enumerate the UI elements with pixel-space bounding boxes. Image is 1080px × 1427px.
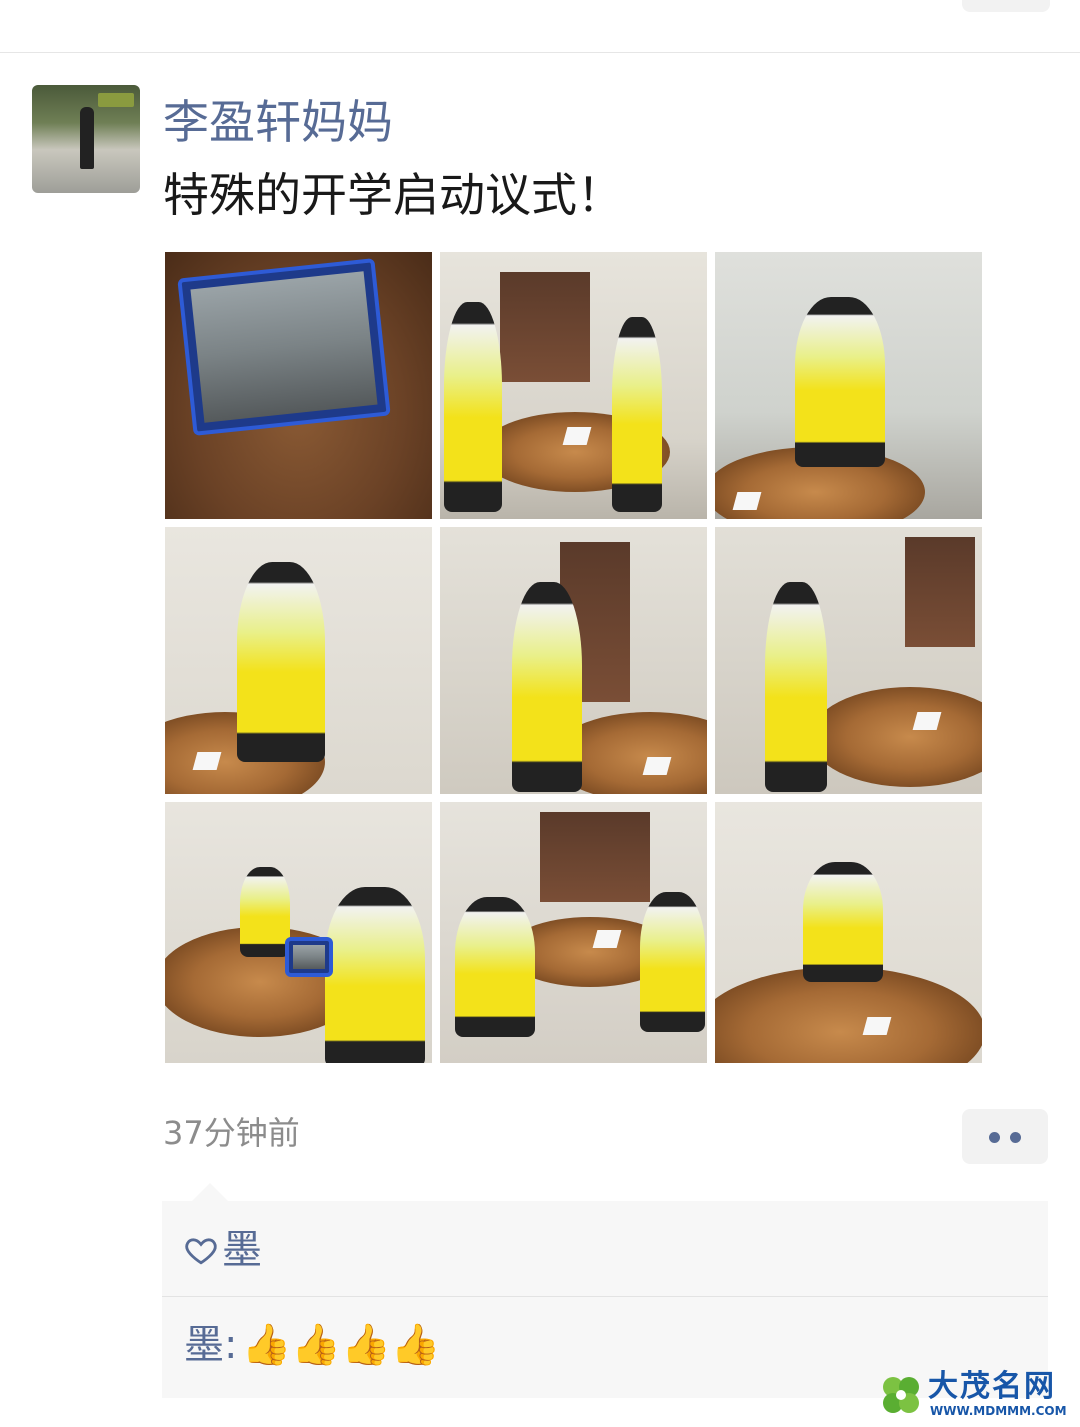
- clover-logo-icon: [883, 1377, 919, 1413]
- panel-divider: [162, 1296, 1048, 1297]
- photo-7[interactable]: [165, 802, 432, 1063]
- comment-separator: :: [224, 1322, 238, 1368]
- site-watermark: 大茂名网 WWW.MDMMM.COM: [878, 1370, 1074, 1422]
- photo-6[interactable]: [715, 527, 982, 794]
- avatar-sign: [98, 93, 134, 107]
- watermark-title: 大茂名网: [928, 1369, 1056, 1404]
- photo-2[interactable]: [440, 252, 707, 519]
- more-dot-icon: [989, 1132, 1000, 1143]
- avatar[interactable]: [32, 85, 140, 193]
- interaction-panel: 墨 墨 : 👍👍👍👍: [162, 1183, 1048, 1398]
- avatar-person: [80, 107, 94, 169]
- previous-post-more-button[interactable]: [962, 0, 1050, 12]
- photo-grid: [165, 252, 983, 1063]
- heart-icon: [185, 1238, 217, 1265]
- likes-row: 墨: [184, 1225, 262, 1275]
- author-name[interactable]: 李盈轩妈妈: [163, 92, 393, 152]
- photo-8[interactable]: [440, 802, 707, 1063]
- more-dot-icon: [1010, 1132, 1021, 1143]
- comment-item[interactable]: 墨 : 👍👍👍👍: [184, 1317, 441, 1373]
- watermark-url: WWW.MDMMM.COM: [930, 1404, 1067, 1418]
- comment-author[interactable]: 墨: [184, 1317, 224, 1373]
- photo-4[interactable]: [165, 527, 432, 794]
- top-bar: [0, 0, 1080, 53]
- photo-9[interactable]: [715, 802, 982, 1063]
- post-time: 37分钟前: [163, 1114, 300, 1152]
- photo-5[interactable]: [440, 527, 707, 794]
- photo-3[interactable]: [715, 252, 982, 519]
- panel-arrow: [192, 1183, 228, 1201]
- more-button[interactable]: [962, 1109, 1048, 1164]
- photo-1[interactable]: [165, 252, 432, 519]
- post-text: 特殊的开学启动议式！: [163, 168, 623, 222]
- comment-text: 👍👍👍👍: [241, 1322, 441, 1368]
- liker-name[interactable]: 墨: [222, 1225, 262, 1275]
